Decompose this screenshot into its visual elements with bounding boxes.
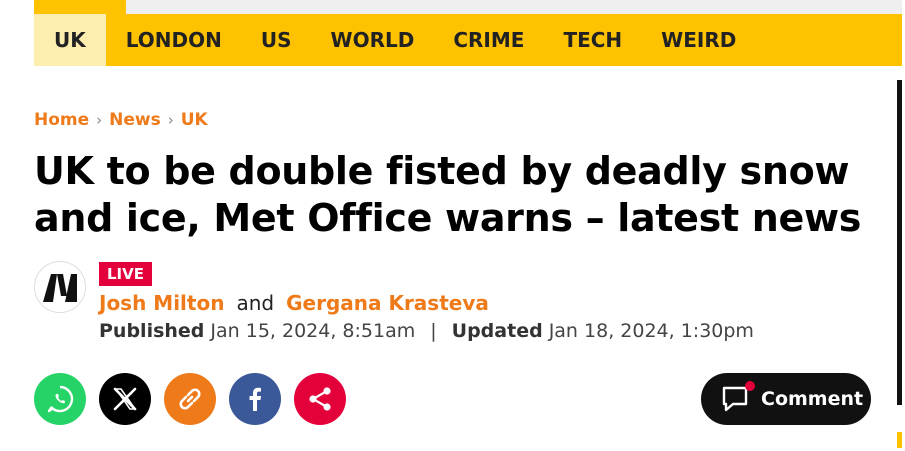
share-more-button[interactable] bbox=[294, 373, 346, 425]
nav-item-uk[interactable]: UK bbox=[34, 14, 106, 66]
author-joiner: and bbox=[236, 291, 275, 315]
live-badge: LIVE bbox=[99, 262, 152, 286]
date-separator: | bbox=[430, 320, 437, 342]
author-link-gergana-krasteva[interactable]: Gergana Krasteva bbox=[286, 291, 489, 315]
link-icon bbox=[179, 388, 201, 410]
share-whatsapp-button[interactable] bbox=[34, 373, 86, 425]
top-strip bbox=[34, 0, 902, 14]
notification-dot bbox=[745, 381, 755, 391]
share-icon bbox=[309, 387, 331, 411]
nav-item-weird[interactable]: WEIRD bbox=[641, 14, 755, 66]
x-icon bbox=[113, 387, 137, 411]
breadcrumb-home[interactable]: Home bbox=[34, 110, 89, 130]
facebook-icon bbox=[249, 387, 261, 411]
metro-logo-icon bbox=[36, 263, 85, 312]
nav-item-london[interactable]: LONDON bbox=[106, 14, 241, 66]
comment-button[interactable]: Comment bbox=[701, 373, 871, 425]
article-headline: UK to be double fisted by deadly snow an… bbox=[34, 149, 862, 240]
breadcrumb-separator: › bbox=[96, 111, 103, 129]
published-label: Published bbox=[99, 320, 205, 342]
updated-label: Updated bbox=[451, 320, 543, 342]
top-strip-accent bbox=[34, 0, 126, 14]
share-copy-link-button[interactable] bbox=[164, 373, 216, 425]
share-facebook-button[interactable] bbox=[229, 373, 281, 425]
nav-item-crime[interactable]: CRIME bbox=[433, 14, 543, 66]
breadcrumb-news[interactable]: News bbox=[109, 110, 161, 130]
updated-date: Jan 18, 2024, 1:30pm bbox=[548, 320, 754, 342]
nav-item-us[interactable]: US bbox=[241, 14, 311, 66]
author-avatar[interactable] bbox=[34, 261, 86, 313]
comment-label: Comment bbox=[761, 388, 864, 410]
main-nav: UK LONDON US WORLD CRIME TECH WEIRD bbox=[34, 14, 902, 66]
article-dates: Published Jan 15, 2024, 8:51am | Updated… bbox=[99, 320, 754, 342]
author-link-josh-milton[interactable]: Josh Milton bbox=[99, 291, 224, 315]
side-rail-accent bbox=[897, 432, 902, 448]
breadcrumb-separator: › bbox=[167, 111, 174, 129]
breadcrumb-uk[interactable]: UK bbox=[181, 110, 208, 130]
side-rail bbox=[897, 80, 902, 405]
share-x-button[interactable] bbox=[99, 373, 151, 425]
nav-item-world[interactable]: WORLD bbox=[311, 14, 434, 66]
breadcrumb: Home › News › UK bbox=[34, 110, 208, 130]
author-line: Josh Milton and Gergana Krasteva bbox=[99, 291, 489, 315]
published-date: Jan 15, 2024, 8:51am bbox=[210, 320, 416, 342]
whatsapp-icon bbox=[47, 385, 74, 413]
nav-item-tech[interactable]: TECH bbox=[543, 14, 641, 66]
comment-icon bbox=[721, 381, 755, 413]
